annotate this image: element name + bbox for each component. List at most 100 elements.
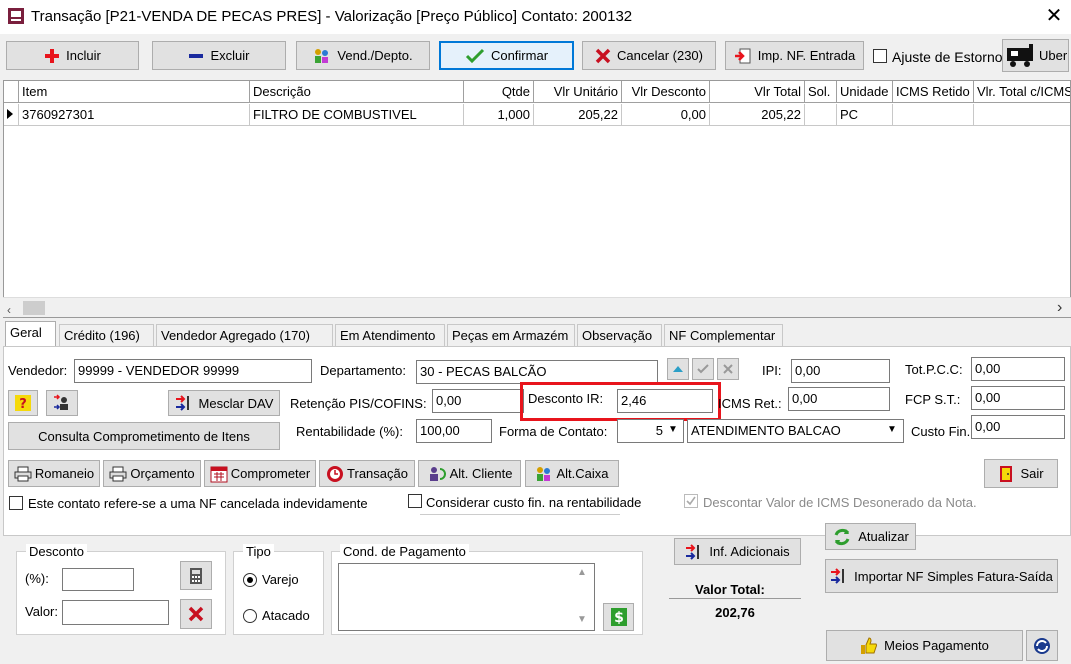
tab-observacao[interactable]: Observação (577, 324, 662, 346)
col-header-unidade[interactable]: Unidade (837, 81, 893, 103)
orcamento-button[interactable]: Orçamento (103, 460, 201, 487)
dept-cancel-button[interactable] (717, 358, 739, 380)
desconto-valor-label: Valor: (25, 604, 58, 619)
exit-door-icon (998, 465, 1014, 483)
incluir-button[interactable]: Incluir (6, 41, 139, 70)
col-header-item[interactable]: Item (19, 81, 250, 103)
items-grid[interactable]: Item Descrição Qtde Vlr Unitário Vlr Des… (3, 80, 1071, 318)
grid-horizontal-scrollbar[interactable]: ‹ › (3, 297, 1071, 317)
plus-icon (44, 48, 60, 64)
table-cell-vlr-total[interactable]: 205,22 (710, 104, 805, 126)
table-cell-unidade[interactable]: PC (837, 104, 893, 126)
imp-nf-entrada-button[interactable]: Imp. NF. Entrada (725, 41, 864, 70)
comprometer-button[interactable]: Comprometer (204, 460, 316, 487)
alt-cliente-button[interactable]: Alt. Cliente (418, 460, 521, 487)
col-header-descricao[interactable]: Descrição (250, 81, 464, 103)
table-cell-vlr-total-icms[interactable] (974, 104, 1070, 126)
scroll-right-icon[interactable]: › (1057, 299, 1062, 317)
table-cell-icms-retido[interactable] (893, 104, 974, 126)
transacao-button[interactable]: Transação (319, 460, 415, 487)
inf-adicionais-button[interactable]: Inf. Adicionais (674, 538, 801, 565)
table-cell-qtde[interactable]: 1,000 (464, 104, 534, 126)
custo-fin-check-label: Considerar custo fin. na rentabilidade (426, 495, 642, 510)
custo-fin-field[interactable]: 0,00 (971, 415, 1065, 439)
tab-vendedor-agregado[interactable]: Vendedor Agregado (170) (156, 324, 333, 346)
rentabilidade-label: Rentabilidade (%): (296, 424, 403, 439)
scroll-down-icon[interactable]: ▼ (577, 614, 587, 625)
table-cell-vlr-desconto[interactable]: 0,00 (622, 104, 710, 126)
totpcc-field[interactable]: 0,00 (971, 357, 1065, 381)
cancelar-button[interactable]: Cancelar (230) (582, 41, 716, 70)
table-cell-item[interactable]: 3760927301 (19, 104, 250, 126)
sair-label: Sair (1020, 466, 1044, 481)
calculator-button[interactable] (180, 561, 212, 590)
departamento-field[interactable]: 30 - PECAS BALCÃO (416, 360, 658, 384)
alt-caixa-button[interactable]: Alt.Caixa (525, 460, 619, 487)
forma-contato-desc-select[interactable]: ATENDIMENTO BALCAO (687, 419, 904, 443)
fcp-field[interactable]: 0,00 (971, 386, 1065, 410)
uber-button[interactable]: Uber (1002, 39, 1069, 72)
tab-em-atendimento[interactable]: Em Atendimento (335, 324, 445, 346)
excluir-button[interactable]: Excluir (152, 41, 286, 70)
icms-ret-field[interactable]: 0,00 (788, 387, 890, 411)
close-button[interactable]: ✕ (1042, 4, 1066, 28)
vendedor-field[interactable]: 99999 - VENDEDOR 99999 (74, 359, 312, 383)
retencao-field[interactable]: 0,00 (432, 389, 524, 413)
table-cell-descricao[interactable]: FILTRO DE COMBUSTIVEL (250, 104, 464, 126)
atualizar-button[interactable]: Atualizar (825, 523, 916, 550)
payment-button[interactable]: $ (603, 603, 634, 631)
merge-icon (830, 567, 848, 585)
mesclar-dav-label: Mesclar DAV (198, 395, 274, 411)
tab-pecas-armazem[interactable]: Peças em Armazém (447, 324, 575, 346)
mesclar-dav-button[interactable]: Mesclar DAV (168, 390, 280, 416)
dept-up-button[interactable] (667, 358, 689, 380)
atacado-radio[interactable] (243, 609, 257, 623)
sair-button[interactable]: Sair (984, 459, 1058, 488)
vend-depto-label: Vend./Depto. (337, 48, 413, 63)
desconto-pct-input[interactable] (62, 568, 134, 591)
col-header-sol[interactable]: Sol. (805, 81, 837, 103)
tab-nf-complementar[interactable]: NF Complementar (664, 324, 783, 346)
dept-confirm-button[interactable] (692, 358, 714, 380)
x-icon (595, 48, 611, 64)
col-header-icms-retido[interactable]: ICMS Retido (893, 81, 974, 103)
col-header-vlr-total[interactable]: Vlr Total (710, 81, 805, 103)
col-header-vlr-total-icms[interactable]: Vlr. Total c/ICMS (974, 81, 1070, 103)
sync-button[interactable] (1026, 630, 1058, 661)
tab-credito[interactable]: Crédito (196) (59, 324, 154, 346)
clear-desconto-button[interactable] (180, 599, 212, 629)
scroll-up-icon[interactable]: ▲ (577, 567, 587, 578)
meios-pagamento-button[interactable]: Meios Pagamento (826, 630, 1023, 661)
row-pointer-icon (7, 109, 13, 119)
scroll-thumb[interactable] (23, 301, 45, 315)
confirmar-label: Confirmar (490, 48, 549, 63)
importar-nf-simples-button[interactable]: Importar NF Simples Fatura-Saída (825, 559, 1058, 593)
col-header-vlr-unitario[interactable]: Vlr Unitário (534, 81, 622, 103)
help-button[interactable]: ? (8, 390, 38, 416)
consulta-comprometimento-button[interactable]: Consulta Comprometimento de Itens (8, 422, 280, 450)
cond-pagamento-textarea[interactable] (338, 563, 595, 631)
rentabilidade-field[interactable]: 100,00 (416, 419, 492, 443)
romaneio-button[interactable]: Romaneio (8, 460, 100, 487)
scroll-left-icon[interactable]: ‹ (7, 303, 11, 317)
table-cell-sol[interactable] (805, 104, 837, 126)
ajuste-estorno-checkbox[interactable] (873, 49, 887, 63)
descontar-icms-checkbox[interactable] (684, 494, 698, 508)
col-header-qtde[interactable]: Qtde (464, 81, 534, 103)
confirmar-button[interactable]: Confirmar (439, 41, 574, 70)
nf-cancelada-checkbox[interactable] (9, 496, 23, 510)
varejo-radio[interactable] (243, 573, 257, 587)
ipi-field[interactable]: 0,00 (791, 359, 890, 383)
svg-text:$: $ (614, 610, 624, 626)
vend-depto-button[interactable]: Vend./Depto. (296, 41, 430, 70)
chevron-down-icon[interactable]: ▼ (668, 424, 678, 435)
table-cell-vlr-unitario[interactable]: 205,22 (534, 104, 622, 126)
desconto-valor-input[interactable] (62, 600, 169, 625)
descontar-icms-label: Descontar Valor de ICMS Desonerado da No… (703, 495, 977, 510)
chevron-down-icon[interactable]: ▼ (887, 424, 897, 435)
nf-cancelada-label: Este contato refere-se a uma NF cancelad… (28, 496, 368, 511)
user-lookup-button[interactable] (46, 390, 78, 416)
custo-fin-checkbox[interactable] (408, 494, 422, 508)
tab-geral[interactable]: Geral (5, 321, 56, 347)
col-header-vlr-desconto[interactable]: Vlr Desconto (622, 81, 710, 103)
